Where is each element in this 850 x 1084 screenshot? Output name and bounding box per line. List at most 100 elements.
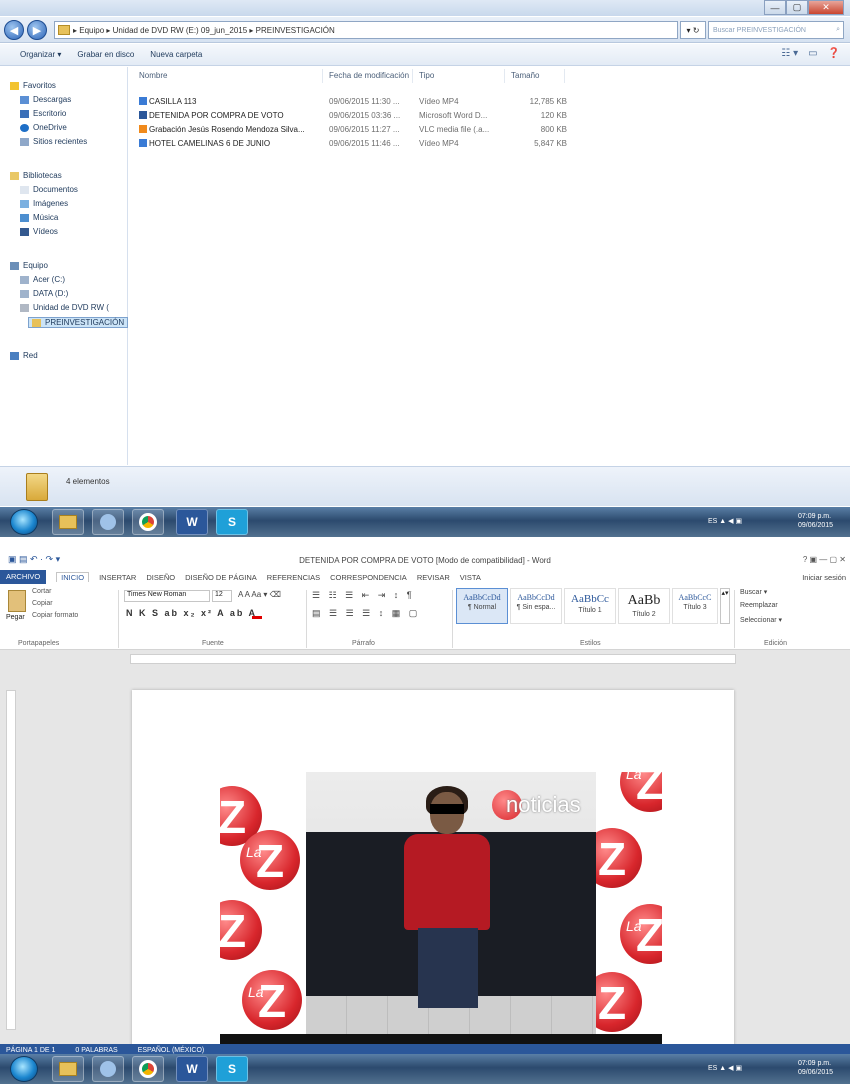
file-row[interactable]: CASILLA 113 09/06/2015 11:30 ... Vídeo M… [135, 95, 567, 107]
format-painter-button[interactable]: Copiar formato [32, 612, 78, 619]
view-options-icon[interactable]: ☷ ▾ [781, 48, 798, 59]
ribbon-separator [306, 590, 307, 648]
explorer-taskbar-button[interactable] [52, 1056, 84, 1082]
nav-libraries[interactable]: Bibliotecas [10, 171, 62, 180]
censor-bar [430, 804, 464, 814]
column-name[interactable]: Nombre [135, 69, 323, 83]
explorer-taskbar-button[interactable] [52, 509, 84, 535]
word-window-controls[interactable]: ? ▣ — ▢ ✕ [803, 555, 846, 564]
skype-taskbar-button[interactable]: S [216, 1056, 248, 1082]
nav-label: Red [23, 351, 38, 360]
style-heading-1[interactable]: AaBbCc Título 1 [564, 588, 616, 624]
font-name-select[interactable]: Times New Roman [124, 590, 210, 602]
tab-insert[interactable]: INSERTAR [99, 573, 136, 582]
nav-videos[interactable]: Vídeos [20, 227, 58, 236]
column-modified[interactable]: Fecha de modificación [325, 69, 413, 83]
minimize-button[interactable]: — [764, 0, 786, 15]
tab-file[interactable]: ARCHIVO [0, 570, 47, 584]
nav-onedrive[interactable]: OneDrive [20, 123, 67, 132]
styles-scroll[interactable]: ▴▾ [720, 588, 730, 624]
nav-recent[interactable]: Sitios recientes [20, 137, 87, 146]
copy-button[interactable]: Copiar [32, 600, 53, 607]
select-button[interactable]: Seleccionar ▾ [740, 616, 782, 624]
paste-icon[interactable] [8, 590, 26, 612]
font-grow-shrink[interactable]: A A Aa ▾ ⌫ [238, 590, 281, 599]
nav-downloads[interactable]: Descargas [20, 95, 71, 104]
replace-button[interactable]: Reemplazar [740, 602, 778, 609]
nav-dvd[interactable]: Unidad de DVD RW ( [20, 303, 109, 312]
explorer-title-bar: — ▢ ✕ [0, 0, 850, 16]
nav-favorites[interactable]: Favoritos [10, 81, 56, 90]
word-count[interactable]: 0 PALABRAS [75, 1047, 117, 1054]
word-taskbar-button[interactable]: W [176, 509, 208, 535]
nav-acer-c[interactable]: Acer (C:) [20, 275, 65, 284]
tab-layout[interactable]: DISEÑO DE PÁGINA [185, 573, 257, 582]
find-button[interactable]: Buscar ▾ [740, 588, 767, 596]
language[interactable]: ESPAÑOL (MÉXICO) [138, 1047, 205, 1054]
start-button[interactable] [10, 509, 38, 535]
nav-documents[interactable]: Documentos [20, 185, 78, 194]
address-bar[interactable]: ▸ Equipo ▸ Unidad de DVD RW (E:) 09_jun_… [54, 21, 678, 39]
tab-references[interactable]: REFERENCIAS [267, 573, 320, 582]
maximize-button[interactable]: ▢ [786, 0, 808, 15]
file-row[interactable]: HOTEL CAMELINAS 6 DE JUNIO 09/06/2015 11… [135, 137, 567, 149]
preview-pane-icon[interactable]: ▭ [808, 48, 817, 59]
help-icon[interactable]: ❓ [828, 48, 840, 59]
horizontal-ruler[interactable] [130, 654, 736, 664]
new-folder-button[interactable]: Nueva carpeta [150, 50, 202, 59]
media-taskbar-button[interactable] [92, 509, 124, 535]
nav-images[interactable]: Imágenes [20, 199, 68, 208]
nav-network[interactable]: Red [10, 351, 38, 360]
chrome-taskbar-button[interactable] [132, 1056, 164, 1082]
close-button[interactable]: ✕ [808, 0, 844, 15]
organize-button[interactable]: Organizar ▾ [20, 50, 61, 59]
align-buttons[interactable]: ▤ ☰ ☰ ☰ ↕ ▦ ▢ [312, 608, 420, 619]
system-tray[interactable]: ES ▲ ◀ ▣ [708, 517, 742, 525]
search-input[interactable]: Buscar PREINVESTIGACIÓN ⌕ [708, 21, 844, 39]
file-type: Microsoft Word D... [419, 110, 488, 120]
skype-taskbar-button[interactable]: S [216, 509, 248, 535]
vertical-ruler[interactable] [6, 690, 16, 1030]
file-row[interactable]: DETENIDA POR COMPRA DE VOTO 09/06/2015 0… [135, 109, 567, 121]
nav-desktop[interactable]: Escritorio [20, 109, 66, 118]
la-text: La [248, 984, 264, 1000]
address-row: ◀ ▶ ▸ Equipo ▸ Unidad de DVD RW (E:) 09_… [0, 17, 850, 43]
style-heading-3[interactable]: AaBbCcC Título 3 [672, 588, 718, 624]
forward-button[interactable]: ▶ [27, 20, 47, 40]
media-taskbar-button[interactable] [92, 1056, 124, 1082]
nav-music[interactable]: Música [20, 213, 58, 222]
style-no-spacing[interactable]: AaBbCcDd ¶ Sin espa... [510, 588, 562, 624]
nav-computer[interactable]: Equipo [10, 261, 48, 270]
word-taskbar-button[interactable]: W [176, 1056, 208, 1082]
cut-button[interactable]: Cortar [32, 588, 51, 595]
tab-home[interactable]: INICIO [56, 572, 90, 582]
column-type[interactable]: Tipo [415, 69, 505, 83]
sign-in-link[interactable]: Iniciar sesión [802, 573, 850, 582]
word-icon: W [186, 1062, 198, 1076]
tab-review[interactable]: REVISAR [417, 573, 450, 582]
style-normal[interactable]: AaBbCcDd ¶ Normal [456, 588, 508, 624]
tab-mailings[interactable]: CORRESPONDENCIA [330, 573, 407, 582]
document-image[interactable]: La La La La noticias [220, 772, 662, 1044]
style-name: ¶ Normal [467, 604, 497, 611]
page-count[interactable]: PÁGINA 1 DE 1 [6, 1047, 55, 1054]
refresh-button[interactable]: ▾ ↻ [680, 21, 706, 39]
column-size[interactable]: Tamaño [507, 69, 565, 83]
font-size-select[interactable]: 12 [212, 590, 232, 602]
style-heading-2[interactable]: AaBb Título 2 [618, 588, 670, 624]
system-tray[interactable]: ES ▲ ◀ ▣ [708, 1064, 742, 1072]
list-buttons[interactable]: ☰ ☷ ☰ ⇤ ⇥ ↕ ¶ [312, 590, 415, 601]
clock[interactable]: 07:09 p.m. 09/06/2015 [798, 512, 833, 530]
clock[interactable]: 07:09 p.m. 09/06/2015 [798, 1059, 833, 1077]
nav-preinvestigacion[interactable]: PREINVESTIGACIÓN [28, 317, 129, 328]
file-row[interactable]: Grabación Jesús Rosendo Mendoza Silva...… [135, 123, 567, 135]
chrome-taskbar-button[interactable] [132, 509, 164, 535]
start-button[interactable] [10, 1056, 38, 1082]
font-format-buttons[interactable]: N K S ab x₂ x² A ab A [126, 608, 257, 618]
tab-view[interactable]: VISTA [460, 573, 481, 582]
back-button[interactable]: ◀ [4, 20, 24, 40]
burn-button[interactable]: Grabar en disco [77, 50, 134, 59]
paste-button[interactable]: Pegar [6, 614, 25, 621]
nav-data-d[interactable]: DATA (D:) [20, 289, 68, 298]
tab-design[interactable]: DISEÑO [146, 573, 175, 582]
